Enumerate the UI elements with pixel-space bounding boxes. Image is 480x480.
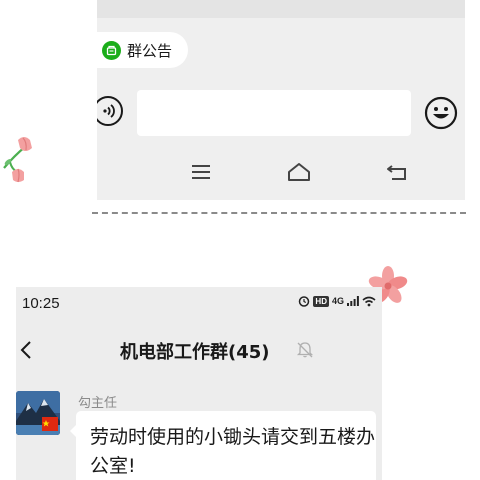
signal-icon [347, 296, 359, 306]
status-time: 10:25 [22, 295, 60, 312]
home-icon[interactable] [287, 160, 311, 184]
sender-name: 勾主任 [78, 396, 118, 411]
hd-badge: HD [313, 295, 329, 307]
chevron-left-icon[interactable] [16, 337, 36, 363]
top-strip [97, 0, 465, 18]
bubble-arrow [70, 425, 76, 437]
alarm-icon [299, 296, 310, 307]
message-input[interactable] [137, 90, 411, 136]
tulip-decoration [3, 137, 32, 183]
chat-title: 机电部工作群(45) [120, 342, 270, 363]
emoji-icon[interactable] [424, 96, 458, 130]
wifi-icon [362, 296, 376, 306]
network-label: 4G [331, 296, 344, 306]
menu-icon[interactable] [189, 160, 213, 184]
group-notice-button[interactable]: 群公告 [97, 32, 188, 68]
bottom-chat-screenshot: 10:25 HD 4G 机电部工作群(45) 勾主任 劳动时使用的小锄头请交到五… [16, 287, 382, 480]
back-icon[interactable] [385, 160, 409, 184]
top-chat-screenshot: 群公告 [97, 0, 465, 200]
chat-header: 机电部工作群(45) [16, 325, 382, 375]
mute-bell-icon [296, 342, 314, 358]
dashed-divider [92, 212, 466, 214]
group-notice-label: 群公告 [127, 41, 173, 60]
notice-icon [102, 40, 121, 60]
status-icons: HD 4G [298, 295, 376, 307]
avatar[interactable] [16, 391, 60, 435]
status-bar: 10:25 HD 4G [16, 287, 382, 321]
message-text: 劳动时使用的小锄头请交到五楼办公室! [90, 426, 376, 477]
message-bubble[interactable]: 劳动时使用的小锄头请交到五楼办公室! [70, 411, 376, 480]
voice-icon[interactable] [97, 96, 123, 126]
